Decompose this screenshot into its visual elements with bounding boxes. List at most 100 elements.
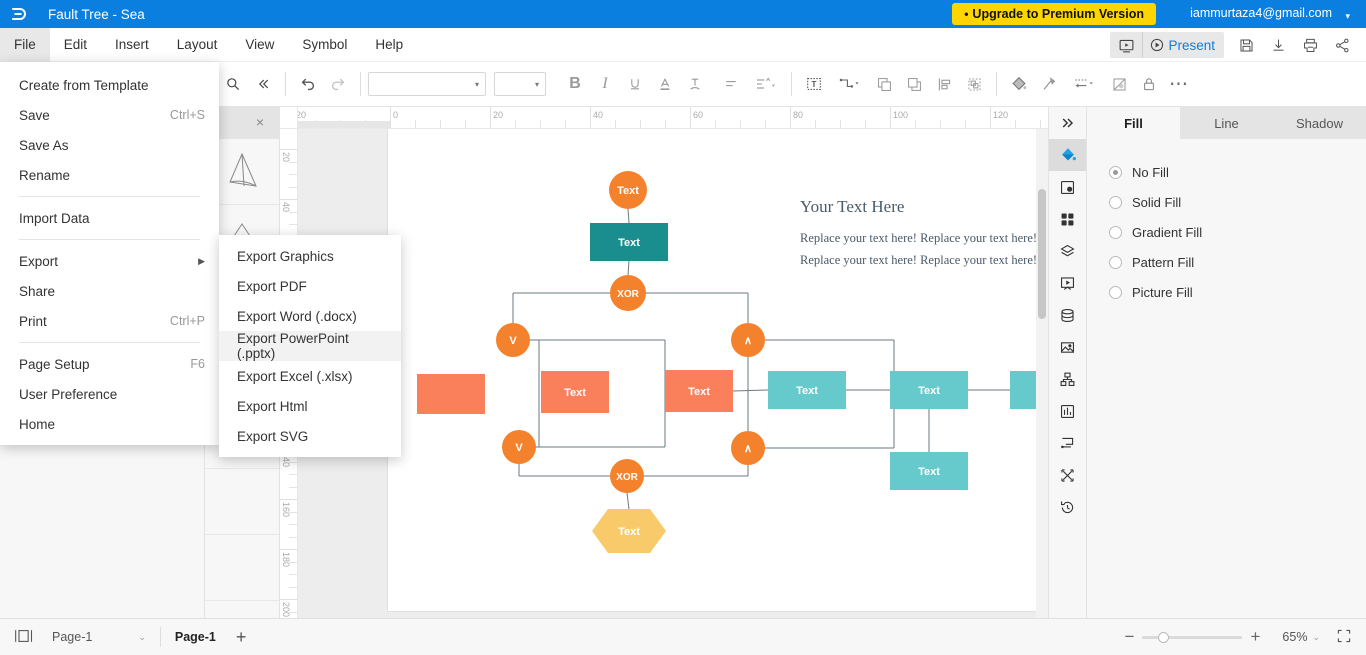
save-icon[interactable] bbox=[1230, 32, 1262, 58]
download-icon[interactable] bbox=[1262, 32, 1294, 58]
export-menu-item-export-svg[interactable]: Export SVG bbox=[219, 421, 401, 451]
shape-extra2-icon[interactable] bbox=[205, 535, 279, 601]
connector-panel-icon[interactable] bbox=[1049, 427, 1086, 459]
connector-teal-to-xor[interactable] bbox=[627, 260, 630, 276]
text-box-icon[interactable]: T bbox=[799, 69, 829, 99]
file-menu-dropdown[interactable]: Create from Template Save Ctrl+S Save As Ren… bbox=[0, 62, 219, 445]
undo-icon[interactable] bbox=[293, 69, 323, 99]
canvas-area[interactable]: Text Text XOR V ∧ Text Text Text Text Text Text V ∧ X… bbox=[298, 129, 1048, 618]
event-box-cyan-2[interactable]: Text bbox=[890, 371, 968, 409]
export-menu-item-export-html[interactable]: Export Html bbox=[219, 391, 401, 421]
lock-icon[interactable] bbox=[1134, 69, 1164, 99]
event-box-cyan-1[interactable]: Text bbox=[768, 371, 846, 409]
close-icon[interactable]: × bbox=[256, 114, 264, 130]
page-tab-page-1[interactable]: Page-1 bbox=[175, 630, 216, 644]
menu-file[interactable]: File bbox=[0, 27, 50, 62]
gate-and-right-top[interactable]: ∧ bbox=[731, 323, 765, 357]
page-view-icon[interactable] bbox=[14, 628, 34, 647]
tab-line[interactable]: Line bbox=[1180, 107, 1273, 139]
bring-forward-icon[interactable] bbox=[869, 69, 899, 99]
event-box-salmon-2[interactable]: Text bbox=[541, 371, 609, 413]
org-chart-icon[interactable] bbox=[1049, 363, 1086, 395]
zoom-out-button[interactable]: − bbox=[1117, 627, 1143, 647]
account-email[interactable]: iammurtaza4@gmail.com bbox=[1190, 6, 1332, 20]
upgrade-to-premium-button[interactable]: • Upgrade to Premium Version bbox=[952, 3, 1156, 25]
shadow-icon[interactable] bbox=[1104, 69, 1134, 99]
chevron-down-icon[interactable]: ⌄ bbox=[138, 632, 146, 643]
italic-icon[interactable]: I bbox=[590, 69, 620, 99]
fill-option-no-fill[interactable]: No Fill bbox=[1087, 157, 1366, 187]
fill-option-gradient-fill[interactable]: Gradient Fill bbox=[1087, 217, 1366, 247]
menu-edit[interactable]: Edit bbox=[50, 28, 101, 62]
symbols-grid-icon[interactable] bbox=[1049, 203, 1086, 235]
fill-option-picture-fill[interactable]: Picture Fill bbox=[1087, 277, 1366, 307]
text-curve-icon[interactable] bbox=[680, 69, 710, 99]
add-page-button[interactable]: + bbox=[236, 627, 247, 648]
expand-rail-icon[interactable] bbox=[1049, 107, 1086, 139]
file-menu-item-user-preference[interactable]: User Preference bbox=[0, 379, 219, 409]
fill-option-pattern-fill[interactable]: Pattern Fill bbox=[1087, 247, 1366, 277]
gate-xor-top[interactable]: XOR bbox=[610, 275, 646, 311]
zoom-in-button[interactable]: + bbox=[1242, 627, 1268, 647]
arrow-style-icon[interactable] bbox=[1064, 69, 1104, 99]
chevron-down-icon[interactable]: ⌄ bbox=[1312, 632, 1320, 643]
connector-top-to-teal[interactable] bbox=[627, 208, 630, 224]
file-menu-item-import-data[interactable]: Import Data bbox=[0, 203, 219, 233]
zoom-slider[interactable] bbox=[1142, 631, 1243, 643]
file-menu-item-page-setup[interactable]: Page Setup F6 bbox=[0, 349, 219, 379]
export-submenu[interactable]: Export Graphics Export PDF Export Word (.d… bbox=[219, 235, 401, 457]
group-icon[interactable] bbox=[959, 69, 989, 99]
gate-or-left-top[interactable]: V bbox=[496, 323, 530, 357]
export-menu-item-export-word-docx[interactable]: Export Word (.docx) bbox=[219, 301, 401, 331]
connector-icon[interactable] bbox=[829, 69, 869, 99]
file-menu-item-rename[interactable]: Rename bbox=[0, 160, 219, 190]
line-spacing-icon[interactable] bbox=[746, 69, 784, 99]
export-menu-item-export-graphics[interactable]: Export Graphics bbox=[219, 241, 401, 271]
gate-xor-bottom[interactable]: XOR bbox=[610, 459, 644, 493]
file-menu-item-print[interactable]: Print Ctrl+P bbox=[0, 306, 219, 336]
chevron-down-icon[interactable]: ▾ bbox=[1345, 11, 1350, 22]
fullscreen-icon[interactable] bbox=[1336, 628, 1352, 647]
menu-symbol[interactable]: Symbol bbox=[288, 28, 361, 62]
tab-shadow[interactable]: Shadow bbox=[1273, 107, 1366, 139]
export-menu-item-export-pdf[interactable]: Export PDF bbox=[219, 271, 401, 301]
menu-help[interactable]: Help bbox=[361, 28, 417, 62]
diagram-page[interactable]: Text Text XOR V ∧ Text Text Text Text Text Text V ∧ X… bbox=[388, 129, 1048, 611]
file-menu-item-share[interactable]: Share bbox=[0, 276, 219, 306]
export-menu-item-export-powerpoint-pptx[interactable]: Export PowerPoint (.pptx) bbox=[219, 331, 401, 361]
event-box-salmon-1-shape[interactable] bbox=[417, 374, 485, 414]
file-menu-item-create-from-template[interactable]: Create from Template bbox=[0, 70, 219, 100]
share-icon[interactable] bbox=[1326, 32, 1358, 58]
menu-layout[interactable]: Layout bbox=[163, 28, 232, 62]
font-color-icon[interactable] bbox=[650, 69, 680, 99]
event-box-teal[interactable]: Text bbox=[590, 223, 668, 261]
database-icon[interactable] bbox=[1049, 299, 1086, 331]
file-menu-item-save-as[interactable]: Save As bbox=[0, 130, 219, 160]
shuffle-icon[interactable] bbox=[1049, 459, 1086, 491]
line-style-icon[interactable] bbox=[1034, 69, 1064, 99]
event-box-salmon-3[interactable]: Text bbox=[665, 370, 733, 412]
file-menu-item-export[interactable]: Export ▶ bbox=[0, 246, 219, 276]
send-backward-icon[interactable] bbox=[899, 69, 929, 99]
file-menu-item-save[interactable]: Save Ctrl+S bbox=[0, 100, 219, 130]
align-left-icon[interactable] bbox=[716, 69, 746, 99]
shape-settings-icon[interactable] bbox=[1049, 171, 1086, 203]
bold-icon[interactable]: B bbox=[560, 69, 590, 99]
connector-xor-to-result[interactable] bbox=[626, 492, 630, 510]
slideshow-panel-icon[interactable] bbox=[1049, 267, 1086, 299]
export-menu-item-export-excel-xlsx[interactable]: Export Excel (.xlsx) bbox=[219, 361, 401, 391]
fill-option-solid-fill[interactable]: Solid Fill bbox=[1087, 187, 1366, 217]
slideshow-icon[interactable] bbox=[1110, 32, 1142, 58]
shape-extra-icon[interactable] bbox=[205, 469, 279, 535]
chart-icon[interactable] bbox=[1049, 395, 1086, 427]
tab-fill[interactable]: Fill bbox=[1087, 107, 1180, 139]
event-box-salmon-1[interactable] bbox=[417, 374, 485, 414]
image-icon[interactable] bbox=[1049, 331, 1086, 363]
history-icon[interactable] bbox=[1049, 491, 1086, 523]
fill-color-icon[interactable] bbox=[1004, 69, 1034, 99]
file-menu-item-home[interactable]: Home bbox=[0, 409, 219, 439]
top-event-circle[interactable]: Text bbox=[609, 171, 647, 209]
collapse-panel-icon[interactable] bbox=[248, 69, 278, 99]
menu-insert[interactable]: Insert bbox=[101, 28, 163, 62]
print-icon[interactable] bbox=[1294, 32, 1326, 58]
